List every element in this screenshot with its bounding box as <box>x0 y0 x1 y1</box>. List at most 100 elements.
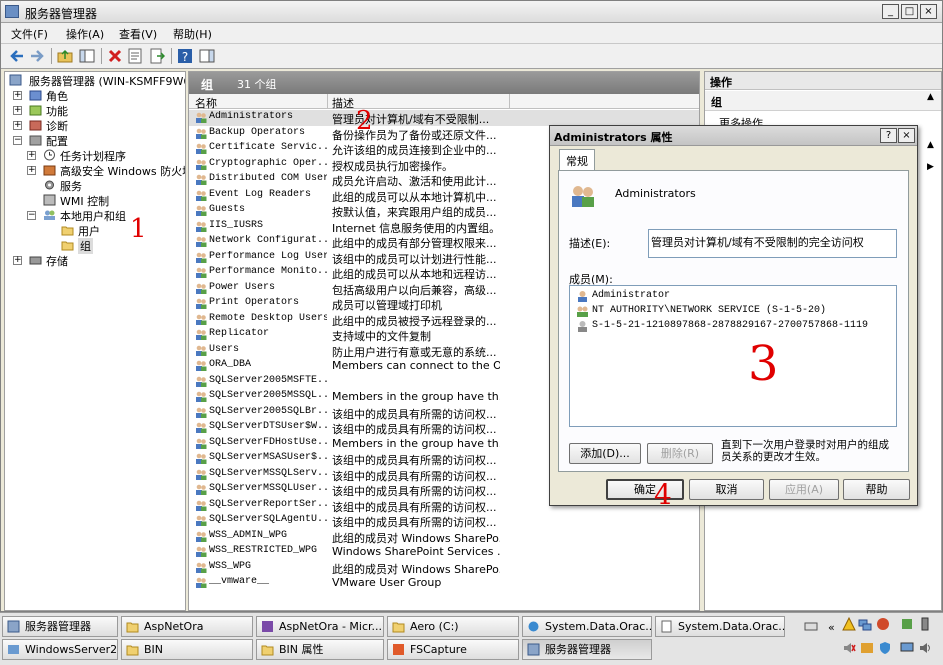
properties-icon[interactable] <box>127 48 143 64</box>
chevron-right-icon[interactable]: ▶ <box>927 162 934 172</box>
roles-icon <box>29 90 42 101</box>
group-icon <box>196 252 207 263</box>
taskbar-button-ie-oracle[interactable]: System.Data.Orac... <box>522 616 652 637</box>
expand-icon[interactable]: + <box>13 256 22 265</box>
menu-view[interactable]: 查看(V) <box>119 26 157 42</box>
speaker-muted-icon[interactable] <box>842 641 856 655</box>
volume-icon[interactable] <box>918 641 932 655</box>
tray-expand-icon[interactable]: « <box>828 621 835 634</box>
help-icon[interactable]: ? <box>177 48 193 64</box>
show-hide-action-pane-icon[interactable] <box>199 48 215 64</box>
expand-icon[interactable]: + <box>27 166 36 175</box>
group-row[interactable]: __vmware__ VMware User Group <box>189 575 699 591</box>
dialog-help-button[interactable]: ? <box>880 128 897 143</box>
folder-icon <box>261 645 274 656</box>
list-title: 组 <box>201 78 214 92</box>
menu-help[interactable]: 帮助(H) <box>173 26 212 42</box>
display-icon[interactable] <box>900 641 914 655</box>
dialog-help-text-button[interactable]: 帮助 <box>843 479 910 500</box>
menu-action[interactable]: 操作(A) <box>66 26 104 42</box>
tab-general[interactable]: 常规 <box>559 149 595 170</box>
expand-icon[interactable]: + <box>13 91 22 100</box>
expand-icon[interactable]: + <box>27 151 36 160</box>
apply-button[interactable]: 应用(A) <box>769 479 839 500</box>
taskbar-button-visual-studio[interactable]: AspNetOra - Micr... <box>256 616 384 637</box>
group-name-cell: SQLServerDTSUser$W... <box>209 421 327 432</box>
group-icon <box>196 500 207 511</box>
group-icon <box>196 531 207 542</box>
minimize-button[interactable]: _ <box>882 4 899 19</box>
group-row[interactable]: WSS_ADMIN_WPG 此组的成员对 Windows SharePo... <box>189 529 699 545</box>
network-icon[interactable] <box>858 617 872 631</box>
back-arrow-icon[interactable] <box>9 48 25 64</box>
gear-icon <box>45 180 54 190</box>
group-icon <box>196 577 207 588</box>
actions-section-groups[interactable]: 组 <box>705 91 941 111</box>
clock-icon <box>44 149 55 161</box>
users-icon <box>44 210 55 220</box>
warning-icon[interactable] <box>842 617 856 631</box>
menu-file[interactable]: 文件(F) <box>11 26 48 42</box>
group-icon <box>196 407 207 418</box>
group-row[interactable]: WSS_WPG 此组的成员对 Windows SharePo... <box>189 560 699 576</box>
group-icon <box>196 190 207 201</box>
column-name[interactable]: 名称 <box>195 95 217 111</box>
tools-icon[interactable] <box>900 617 914 631</box>
collapse-icon[interactable]: − <box>13 136 22 145</box>
remove-button[interactable]: 删除(R) <box>647 443 713 464</box>
taskbar-button-server-manager[interactable]: 服务器管理器 <box>2 616 118 637</box>
expand-icon[interactable]: + <box>13 106 22 115</box>
members-list[interactable]: Administrator NT AUTHORITY\NETWORK SERVI… <box>569 285 897 427</box>
keyboard-icon[interactable] <box>804 619 818 633</box>
group-description-cell: Members can connect to the O... <box>332 359 500 372</box>
group-icon <box>196 546 207 557</box>
title-bar[interactable]: 服务器管理器 _ □ × <box>1 1 942 23</box>
add-button[interactable]: 添加(D)... <box>569 443 641 464</box>
group-row[interactable]: SQLServerSQLAgentU... 该组中的成员具有所需的访问权... <box>189 513 699 529</box>
dialog-title-bar[interactable]: Administrators 属性 ? × <box>550 126 917 146</box>
group-name-cell: WSS_RESTRICTED_WPG <box>209 545 318 556</box>
taskbar-button-server-manager-active[interactable]: 服务器管理器 <box>522 639 652 660</box>
group-icon <box>196 298 207 309</box>
group-name-cell: WSS_ADMIN_WPG <box>209 529 288 541</box>
taskbar-button-aero-c[interactable]: Aero (C:) <box>387 616 519 637</box>
close-button[interactable]: × <box>920 4 937 19</box>
show-hide-tree-icon[interactable] <box>79 48 95 64</box>
chevron-up-icon[interactable]: ▲ <box>927 140 934 150</box>
taskbar-button-windowsserver[interactable]: WindowsServer200... <box>2 639 118 660</box>
up-folder-icon[interactable] <box>57 48 73 64</box>
delete-icon[interactable] <box>107 48 123 64</box>
toolbar: ? <box>1 44 942 69</box>
list-header: 组 31 个组 <box>189 72 699 94</box>
taskbar-button-doc-oracle[interactable]: System.Data.Orac... <box>655 616 785 637</box>
group-icon <box>196 159 207 170</box>
taskbar-button-bin[interactable]: BIN <box>121 639 253 660</box>
ok-button[interactable]: 确定 <box>606 479 684 500</box>
expand-icon[interactable]: + <box>13 121 22 130</box>
taskbar-button-bin-properties[interactable]: BIN 属性 <box>256 639 384 660</box>
group-icon <box>196 453 207 464</box>
server-icon <box>527 643 540 656</box>
description-input[interactable]: 管理员对计算机/域有不受限制的完全访问权 <box>648 229 897 258</box>
usb-icon[interactable] <box>918 617 932 631</box>
group-icon <box>196 236 207 247</box>
group-row[interactable]: Administrators 管理员对计算机/域有不受限制... <box>189 110 699 126</box>
group-name-cell: Performance Log Users <box>209 250 327 262</box>
column-description[interactable]: 描述 <box>332 95 354 111</box>
taskbar-button-aspnetora[interactable]: AspNetOra <box>121 616 253 637</box>
forward-arrow-icon[interactable] <box>29 48 45 64</box>
dialog-close-button[interactable]: × <box>898 128 915 143</box>
collapse-arrow-icon[interactable]: ▲ <box>927 92 934 102</box>
security-icon[interactable] <box>876 617 890 631</box>
collapse-icon[interactable]: − <box>27 211 36 220</box>
taskbar-button-fscapture[interactable]: FSCapture <box>387 639 519 660</box>
group-icon <box>196 329 207 340</box>
group-icon <box>196 283 207 294</box>
export-list-icon[interactable] <box>149 48 165 64</box>
cancel-button[interactable]: 取消 <box>689 479 764 500</box>
vmware-tools-icon[interactable] <box>860 641 874 655</box>
group-row[interactable]: WSS_RESTRICTED_WPG Windows SharePoint Ser… <box>189 544 699 560</box>
shield-icon[interactable] <box>878 641 892 655</box>
group-name-cell: SQLServer2005MSSQL... <box>209 390 327 401</box>
maximize-button[interactable]: □ <box>901 4 918 19</box>
